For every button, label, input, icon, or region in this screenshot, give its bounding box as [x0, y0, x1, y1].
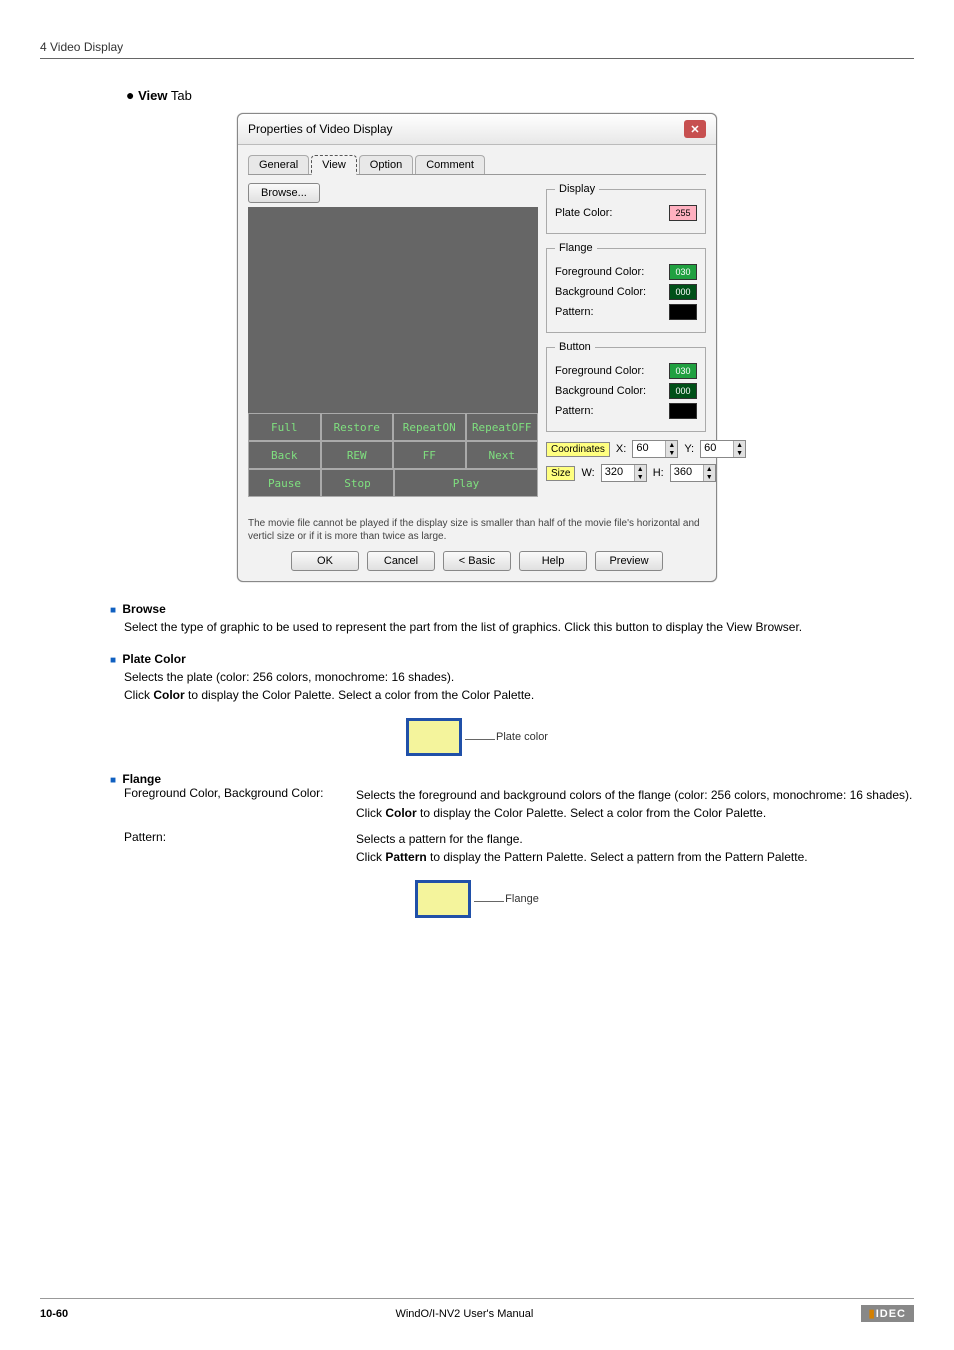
flange-fg-bg-label: Foreground Color, Background Color: — [124, 786, 356, 822]
flange-section: ■ Flange — [110, 772, 914, 786]
button-pattern-swatch[interactable] — [669, 403, 697, 419]
flange-pat-text1: Selects a pattern for the flange. — [356, 830, 914, 848]
flange-pattern-label: Pattern: — [555, 306, 594, 318]
view-tab-label: View — [138, 88, 167, 103]
coordinates-label: Coordinates — [546, 442, 610, 457]
flange-pattern-label: Pattern: — [124, 830, 356, 866]
flange-bg-swatch[interactable]: 000 — [669, 284, 697, 300]
btn-play[interactable]: Play — [394, 469, 538, 497]
plate-color-label: Plate Color: — [555, 207, 612, 219]
flange-fg-swatch[interactable]: 030 — [669, 264, 697, 280]
btn-next[interactable]: Next — [466, 441, 539, 469]
preview-area — [248, 207, 538, 413]
tab-view[interactable]: View — [311, 155, 357, 175]
btn-restore[interactable]: Restore — [321, 413, 394, 441]
h-label: H: — [653, 467, 664, 479]
flange-table: Foreground Color, Background Color: Sele… — [124, 786, 914, 866]
flange-demo-label: Flange — [505, 893, 539, 905]
dialog-title-text: Properties of Video Display — [248, 122, 393, 136]
flange-demo-swatch — [415, 880, 471, 918]
btn-ff[interactable]: FF — [393, 441, 466, 469]
bullet-square-icon: ■ — [110, 605, 116, 616]
dialog-titlebar: Properties of Video Display ✕ — [238, 114, 716, 145]
help-button[interactable]: Help — [519, 551, 587, 571]
dialog-button-row: OK Cancel < Basic Help Preview — [248, 551, 706, 571]
button-group: Button Foreground Color: 030 Background … — [546, 341, 706, 432]
flange-pat-text2: Click Pattern to display the Pattern Pal… — [356, 848, 914, 866]
ok-button[interactable]: OK — [291, 551, 359, 571]
button-fg-swatch[interactable]: 030 — [669, 363, 697, 379]
warning-text: The movie file cannot be played if the d… — [248, 517, 706, 543]
button-bg-label: Background Color: — [555, 385, 646, 397]
tab-option[interactable]: Option — [359, 155, 413, 174]
close-icon[interactable]: ✕ — [684, 120, 706, 138]
x-stepper[interactable]: 60▲▼ — [632, 440, 678, 458]
view-tab-heading: ● View Tab — [126, 87, 914, 103]
flange-fg-text2: Click Color to display the Color Palette… — [356, 804, 914, 822]
button-pattern-label: Pattern: — [555, 405, 594, 417]
btn-repeat-on[interactable]: RepeatON — [393, 413, 466, 441]
display-legend: Display — [555, 183, 599, 195]
flange-demo: Flange — [40, 880, 914, 918]
plate-title: Plate Color — [122, 652, 185, 666]
btn-stop[interactable]: Stop — [321, 469, 394, 497]
flange-group: Flange Foreground Color: 030 Background … — [546, 242, 706, 333]
preview-button[interactable]: Preview — [595, 551, 663, 571]
footer-page-number: 10-60 — [40, 1308, 68, 1320]
browse-button[interactable]: Browse... — [248, 183, 320, 203]
size-label: Size — [546, 466, 575, 481]
playback-button-grid: Full Restore RepeatON RepeatOFF Back REW… — [248, 413, 538, 497]
plate-line1: Selects the plate (color: 256 colors, mo… — [124, 668, 914, 686]
page-footer: 10-60 WindO/I-NV2 User's Manual ▮IDEC — [40, 1298, 914, 1322]
w-label: W: — [581, 467, 594, 479]
plate-line2: Click Color to display the Color Palette… — [124, 686, 914, 704]
bullet-square-icon: ■ — [110, 655, 116, 666]
btn-rew[interactable]: REW — [321, 441, 394, 469]
w-stepper[interactable]: 320▲▼ — [601, 464, 647, 482]
x-label: X: — [616, 443, 626, 455]
btn-pause[interactable]: Pause — [248, 469, 321, 497]
browse-section: ■ Browse Select the type of graphic to b… — [110, 602, 914, 636]
footer-center-text: WindO/I-NV2 User's Manual — [395, 1308, 533, 1320]
btn-back[interactable]: Back — [248, 441, 321, 469]
button-fg-label: Foreground Color: — [555, 365, 644, 377]
button-bg-swatch[interactable]: 000 — [669, 383, 697, 399]
browse-body: Select the type of graphic to be used to… — [124, 618, 914, 636]
dialog-tabs: General View Option Comment — [248, 155, 706, 175]
plate-color-section: ■ Plate Color Selects the plate (color: … — [110, 652, 914, 704]
flange-pattern-swatch[interactable] — [669, 304, 697, 320]
cancel-button[interactable]: Cancel — [367, 551, 435, 571]
idec-logo: ▮IDEC — [861, 1305, 914, 1322]
header-rule — [40, 58, 914, 59]
flange-bg-label: Background Color: — [555, 286, 646, 298]
view-tab-suffix: Tab — [167, 88, 191, 103]
chapter-header: 4 Video Display — [40, 40, 914, 54]
btn-repeat-off[interactable]: RepeatOFF — [466, 413, 539, 441]
y-label: Y: — [684, 443, 694, 455]
h-stepper[interactable]: 360▲▼ — [670, 464, 716, 482]
plate-color-swatch[interactable]: 255 — [669, 205, 697, 221]
y-stepper[interactable]: 60▲▼ — [700, 440, 746, 458]
flange-fg-text1: Selects the foreground and background co… — [356, 786, 914, 804]
flange-fg-label: Foreground Color: — [555, 266, 644, 278]
bullet-icon: ● — [126, 87, 134, 103]
flange-title: Flange — [122, 772, 161, 786]
plate-color-demo: Plate color — [40, 718, 914, 756]
basic-button[interactable]: < Basic — [443, 551, 511, 571]
display-group: Display Plate Color: 255 — [546, 183, 706, 234]
properties-dialog: Properties of Video Display ✕ General Vi… — [237, 113, 717, 582]
plate-demo-label: Plate color — [496, 731, 548, 743]
btn-full[interactable]: Full — [248, 413, 321, 441]
button-legend: Button — [555, 341, 595, 353]
tab-general[interactable]: General — [248, 155, 309, 174]
tab-comment[interactable]: Comment — [415, 155, 485, 174]
bullet-square-icon: ■ — [110, 775, 116, 786]
browse-title: Browse — [122, 602, 165, 616]
plate-demo-swatch — [406, 718, 462, 756]
flange-legend: Flange — [555, 242, 597, 254]
